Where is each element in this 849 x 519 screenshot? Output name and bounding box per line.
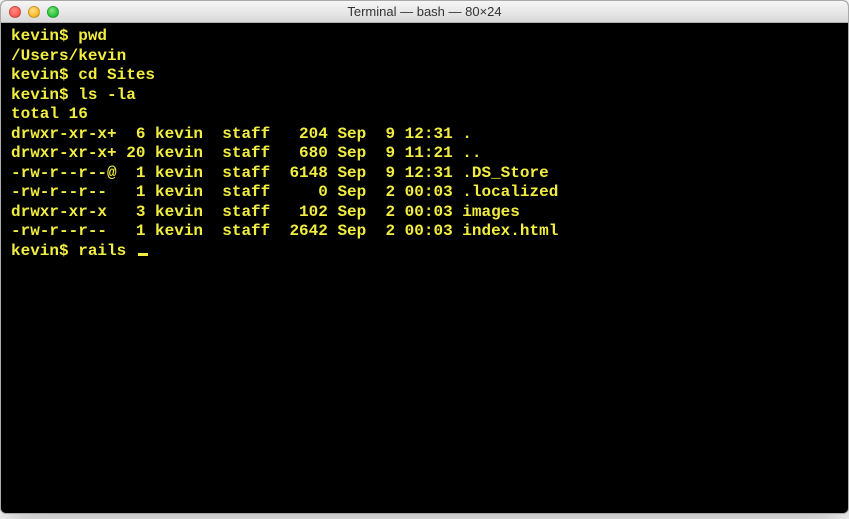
terminal-line: kevin$ pwd (11, 27, 838, 47)
terminal-body[interactable]: kevin$ pwd/Users/kevinkevin$ cd Siteskev… (1, 23, 848, 513)
terminal-line: /Users/kevin (11, 47, 838, 67)
terminal-line: drwxr-xr-x+ 20 kevin staff 680 Sep 9 11:… (11, 144, 838, 164)
traffic-lights (9, 6, 59, 18)
terminal-current-line: kevin$ rails (11, 242, 838, 262)
window-title: Terminal — bash — 80×24 (1, 4, 848, 19)
terminal-line: -rw-r--r--@ 1 kevin staff 6148 Sep 9 12:… (11, 164, 838, 184)
terminal-line: total 16 (11, 105, 838, 125)
titlebar[interactable]: Terminal — bash — 80×24 (1, 1, 848, 23)
close-icon[interactable] (9, 6, 21, 18)
terminal-line: -rw-r--r-- 1 kevin staff 0 Sep 2 00:03 .… (11, 183, 838, 203)
terminal-line: drwxr-xr-x+ 6 kevin staff 204 Sep 9 12:3… (11, 125, 838, 145)
terminal-line: -rw-r--r-- 1 kevin staff 2642 Sep 2 00:0… (11, 222, 838, 242)
terminal-line: kevin$ cd Sites (11, 66, 838, 86)
maximize-icon[interactable] (47, 6, 59, 18)
prompt: kevin$ (11, 242, 78, 260)
minimize-icon[interactable] (28, 6, 40, 18)
cursor-icon (138, 253, 148, 256)
terminal-window: Terminal — bash — 80×24 kevin$ pwd/Users… (0, 0, 849, 514)
current-input: rails (78, 242, 136, 260)
terminal-line: drwxr-xr-x 3 kevin staff 102 Sep 2 00:03… (11, 203, 838, 223)
terminal-line: kevin$ ls -la (11, 86, 838, 106)
